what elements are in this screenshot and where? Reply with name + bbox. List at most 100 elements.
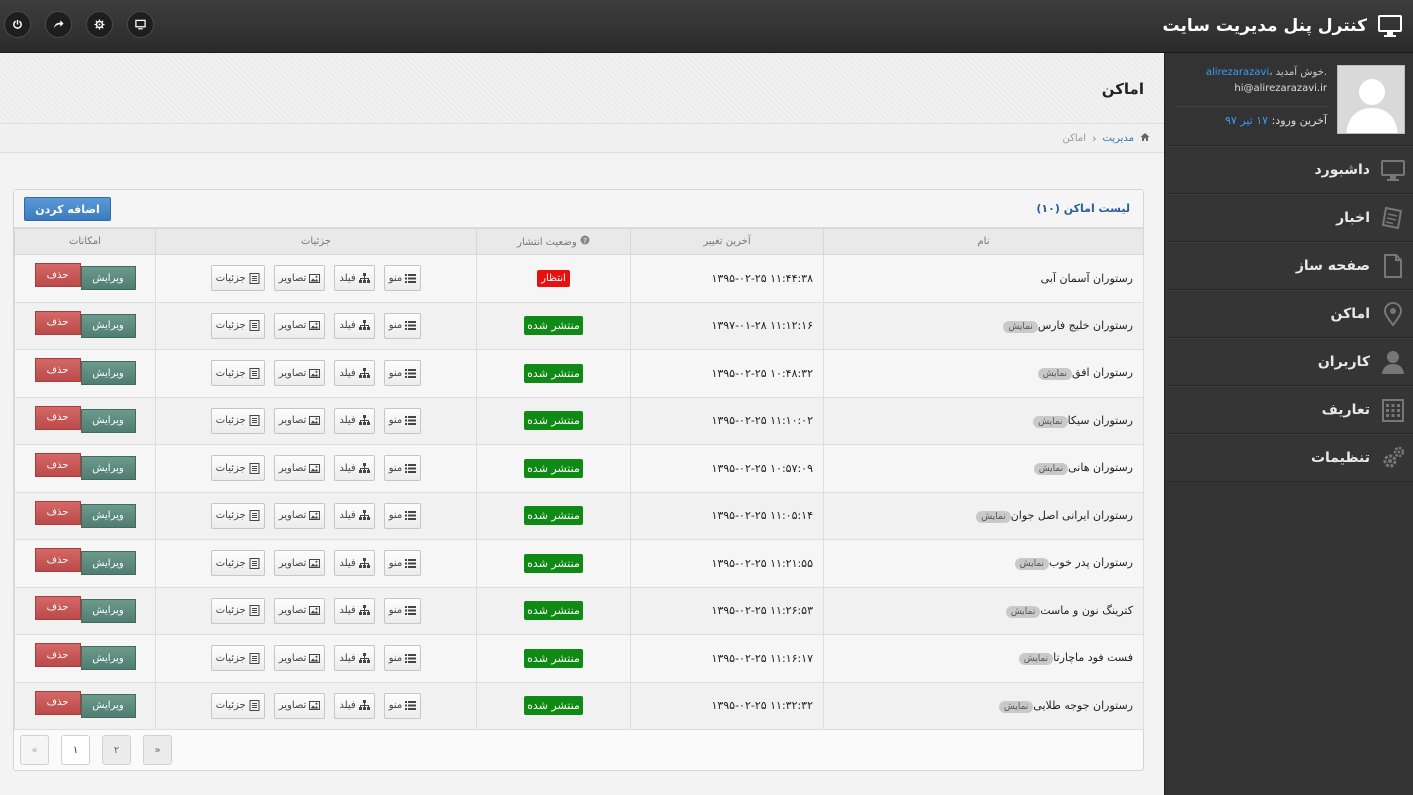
images-button[interactable]: تصاویر	[273, 550, 326, 577]
images-button[interactable]: تصاویر	[273, 597, 326, 624]
delete-button[interactable]: حذف	[34, 643, 81, 668]
field-button[interactable]: فیلد	[334, 455, 375, 482]
nav-item-settings[interactable]: تنظیمات	[1165, 434, 1413, 482]
images-button[interactable]: تصاویر	[273, 645, 326, 672]
menu-button[interactable]: منو	[383, 645, 422, 672]
menu-button[interactable]: منو	[383, 407, 422, 434]
delete-button[interactable]: حذف	[34, 405, 81, 430]
document-icon	[249, 320, 260, 332]
add-place-button[interactable]: اضافه کردن	[24, 197, 111, 221]
images-button[interactable]: تصاویر	[273, 455, 326, 482]
show-badge[interactable]: نمایش	[1033, 415, 1068, 428]
field-button[interactable]: فیلد	[334, 550, 375, 577]
column-header-status: وضعیت انتشار ?	[476, 228, 631, 255]
menu-button[interactable]: منو	[383, 597, 422, 624]
username-link[interactable]: alirezarazavi	[1206, 67, 1269, 78]
share-button[interactable]	[45, 11, 72, 38]
images-button[interactable]: تصاویر	[273, 265, 326, 292]
settings-button[interactable]	[86, 11, 113, 38]
details-button-label: جزئیات	[215, 557, 246, 569]
field-button[interactable]: فیلد	[334, 360, 375, 387]
view-site-button[interactable]	[127, 11, 154, 38]
details-button[interactable]: جزئیات	[210, 407, 265, 434]
nav-item-news[interactable]: اخبار	[1165, 194, 1413, 242]
field-button[interactable]: فیلد	[334, 692, 375, 719]
power-button[interactable]	[4, 11, 31, 38]
pagination: « ۱ ۲ »	[20, 735, 172, 765]
show-badge[interactable]: نمایش	[1033, 463, 1069, 476]
pagination-page-1[interactable]: ۱	[61, 735, 90, 765]
pagination-next[interactable]: «	[20, 735, 49, 765]
show-badge[interactable]: نمایش	[1014, 558, 1050, 571]
avatar[interactable]	[1337, 65, 1405, 134]
details-button[interactable]: جزئیات	[210, 550, 265, 577]
field-button[interactable]: فیلد	[334, 312, 375, 339]
details-button[interactable]: جزئیات	[210, 265, 265, 292]
images-button[interactable]: تصاویر	[273, 312, 326, 339]
details-button[interactable]: جزئیات	[210, 312, 265, 339]
show-badge[interactable]: نمایش	[998, 700, 1034, 713]
delete-button[interactable]: حذف	[34, 263, 81, 288]
image-icon	[309, 653, 321, 663]
show-badge[interactable]: نمایش	[1003, 320, 1038, 333]
edit-button[interactable]: ویرایش	[80, 313, 136, 338]
details-button[interactable]: جزئیات	[210, 360, 265, 387]
menu-button[interactable]: منو	[383, 455, 422, 482]
field-button[interactable]: فیلد	[334, 597, 375, 624]
edit-button[interactable]: ویرایش	[80, 361, 136, 386]
nav-item-places[interactable]: اماکن	[1165, 290, 1413, 338]
details-button[interactable]: جزئیات	[210, 502, 265, 529]
delete-button[interactable]: حذف	[34, 500, 81, 525]
nav-item-users[interactable]: کاربران	[1165, 338, 1413, 386]
breadcrumb-home[interactable]: مدیریت	[1102, 133, 1134, 144]
field-button-label: فیلد	[339, 415, 356, 427]
menu-button[interactable]: منو	[383, 312, 422, 339]
edit-button[interactable]: ویرایش	[80, 646, 136, 671]
menu-button[interactable]: منو	[383, 692, 422, 719]
menu-button[interactable]: منو	[383, 550, 422, 577]
images-button[interactable]: تصاویر	[273, 502, 326, 529]
edit-button[interactable]: ویرایش	[80, 503, 136, 528]
menu-button[interactable]: منو	[383, 265, 422, 292]
nav-item-definitions[interactable]: تعاریف	[1165, 386, 1413, 434]
nav-item-label: تعاریف	[1321, 402, 1370, 418]
images-button-label: تصاویر	[278, 557, 307, 569]
field-button[interactable]: فیلد	[334, 265, 375, 292]
show-badge[interactable]: نمایش	[1018, 653, 1054, 666]
images-button[interactable]: تصاویر	[273, 360, 326, 387]
delete-button[interactable]: حذف	[34, 310, 81, 335]
menu-button[interactable]: منو	[383, 502, 422, 529]
field-button[interactable]: فیلد	[334, 645, 375, 672]
show-badge[interactable]: نمایش	[1005, 605, 1041, 618]
nav-item-dashboard[interactable]: داشبورد	[1165, 146, 1413, 194]
pagination-prev[interactable]: »	[143, 735, 172, 765]
images-button[interactable]: تصاویر	[273, 407, 326, 434]
delete-button[interactable]: حذف	[34, 453, 81, 478]
details-button[interactable]: جزئیات	[210, 692, 265, 719]
delete-button[interactable]: حذف	[34, 548, 81, 573]
edit-button[interactable]: ویرایش	[80, 408, 136, 433]
show-badge[interactable]: نمایش	[1037, 368, 1073, 381]
help-icon[interactable]: ?	[580, 235, 590, 248]
field-button[interactable]: فیلد	[334, 407, 375, 434]
images-button[interactable]: تصاویر	[273, 692, 326, 719]
delete-button[interactable]: حذف	[34, 358, 81, 383]
delete-button[interactable]: حذف	[34, 595, 81, 620]
images-button-label: تصاویر	[278, 700, 307, 712]
menu-button[interactable]: منو	[383, 360, 422, 387]
edit-button[interactable]: ویرایش	[80, 266, 136, 291]
edit-button[interactable]: ویرایش	[80, 551, 136, 576]
show-badge[interactable]: نمایش	[976, 510, 1011, 523]
pagination-page-2[interactable]: ۲	[102, 735, 131, 765]
edit-button[interactable]: ویرایش	[80, 693, 136, 718]
edit-button[interactable]: ویرایش	[80, 456, 136, 481]
nav-item-page-builder[interactable]: صفحه ساز	[1165, 242, 1413, 290]
edit-button[interactable]: ویرایش	[80, 598, 136, 623]
list-icon	[405, 463, 417, 473]
document-icon	[249, 367, 260, 379]
field-button[interactable]: فیلد	[334, 502, 375, 529]
details-button[interactable]: جزئیات	[210, 455, 265, 482]
delete-button[interactable]: حذف	[34, 690, 81, 715]
details-button[interactable]: جزئیات	[210, 597, 265, 624]
details-button[interactable]: جزئیات	[210, 645, 265, 672]
